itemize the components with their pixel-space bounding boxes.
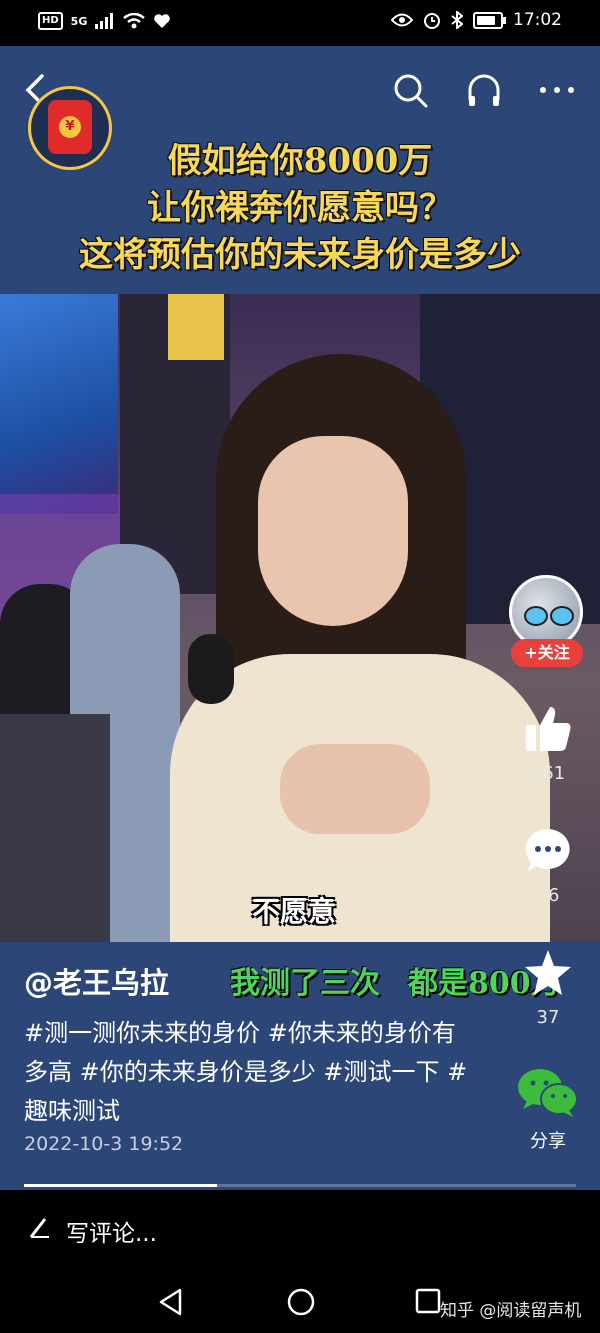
wechat-icon — [518, 1069, 578, 1117]
interviewee-face — [258, 436, 408, 626]
follow-button[interactable]: +关注 — [511, 639, 583, 667]
interviewee — [170, 354, 550, 942]
nav-back-icon[interactable] — [158, 1288, 184, 1316]
billboard-left — [0, 294, 118, 514]
comment-input[interactable]: 写评论... — [66, 1214, 157, 1248]
signal-label: 5G — [70, 14, 88, 28]
comment-bar[interactable]: 写评论... — [0, 1190, 600, 1270]
avatar[interactable] — [509, 575, 583, 649]
headphones-icon[interactable] — [464, 70, 504, 110]
nav-recents-icon[interactable] — [415, 1288, 441, 1314]
sunglasses-right — [550, 606, 574, 626]
more-icon[interactable] — [537, 70, 577, 110]
favorite-count: 37 — [536, 1007, 560, 1028]
status-right: 17:02 — [391, 10, 562, 30]
headline-line-3: 这将预估你的未来身价是多少 — [79, 235, 521, 275]
post-description[interactable]: #测一测你未来的身价 #你未来的身价有多高 #你的未来身价是多少 #测试一下 #… — [24, 1014, 474, 1131]
watermark: 知乎 @阅读留声机 — [440, 1301, 582, 1321]
caption-part-1: 我测了三次 — [230, 966, 380, 1001]
interviewee-hand — [280, 744, 430, 834]
microphone — [188, 634, 234, 704]
video-subtitle: 不愿意 — [252, 895, 337, 928]
alarm-icon — [424, 13, 440, 29]
heart-health-icon — [154, 14, 171, 28]
wifi-icon — [123, 13, 146, 29]
headline-line-2: 让你裸奔你愿意吗？ — [147, 188, 453, 228]
red-packet-button[interactable]: ¥ — [28, 86, 112, 170]
video-progress-bar[interactable] — [24, 1184, 576, 1187]
like-button[interactable]: 861 — [505, 703, 591, 784]
yellow-sign — [168, 294, 224, 360]
nav-home-icon[interactable] — [286, 1287, 316, 1317]
pen-icon — [29, 1218, 49, 1238]
status-bar: HD 5G 17:02 — [0, 0, 600, 46]
sunglasses-left — [524, 606, 548, 626]
coin-icon: ¥ — [59, 116, 81, 138]
favorite-button[interactable]: 37 — [505, 947, 591, 1028]
like-count: 861 — [530, 763, 566, 784]
bluetooth-icon — [451, 11, 463, 29]
comment-count: 96 — [536, 885, 560, 906]
share-button[interactable]: 分享 — [505, 1065, 591, 1153]
video-progress-fill — [24, 1184, 218, 1187]
top-nav: ¥ — [0, 46, 600, 170]
hd-badge: HD — [38, 12, 63, 30]
status-left: HD 5G — [38, 12, 171, 30]
author-name[interactable]: @老王乌拉 — [24, 960, 169, 1002]
star-icon — [525, 950, 571, 995]
eye-icon — [391, 13, 413, 27]
thumbs-up-icon — [526, 707, 571, 751]
share-label: 分享 — [530, 1131, 566, 1152]
battery-icon — [473, 11, 506, 29]
comment-icon — [525, 828, 570, 871]
signal-icon — [95, 13, 114, 29]
interviewer-arm — [0, 714, 110, 942]
post-date: 2022-10-3 19:52 — [24, 1133, 184, 1155]
comment-button[interactable]: 96 — [505, 825, 591, 906]
clock: 17:02 — [513, 10, 562, 30]
search-icon[interactable] — [390, 70, 430, 110]
